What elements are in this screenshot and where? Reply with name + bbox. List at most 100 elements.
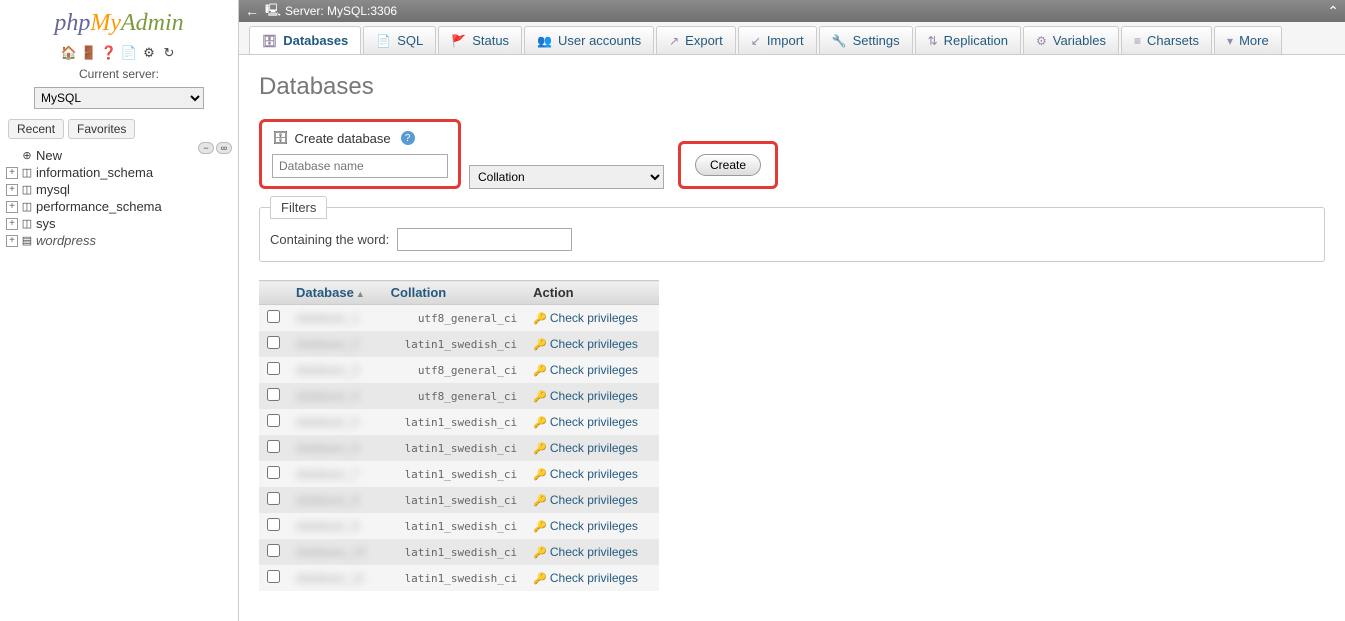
tab-label: Databases <box>283 33 348 48</box>
th-database[interactable]: Database▲ <box>288 281 383 305</box>
tab-label: Charsets <box>1147 33 1199 48</box>
tab-status[interactable]: 🚩Status <box>438 26 522 54</box>
sidebar-icon-row: 🏠 🚪 ❓ 📄 ⚙ ↻ <box>61 45 177 61</box>
tab-sql[interactable]: 📄 SQL <box>363 26 436 54</box>
row-collation: latin1_swedish_ci <box>383 435 526 461</box>
tab-variables[interactable]: ⚙Variables <box>1023 26 1119 54</box>
db-icon: ◫ <box>20 200 34 214</box>
privileges-icon: 🔑 <box>533 521 547 533</box>
database-name-input[interactable] <box>272 154 448 178</box>
check-privileges-link[interactable]: Check privileges <box>550 545 638 559</box>
tree-item-information-schema[interactable]: +◫information_schema <box>6 164 238 181</box>
row-checkbox[interactable] <box>267 388 280 401</box>
tab-label: SQL <box>397 33 423 48</box>
reload-icon[interactable]: ↻ <box>161 45 177 61</box>
check-privileges-link[interactable]: Check privileges <box>550 415 638 429</box>
check-privileges-link[interactable]: Check privileges <box>550 571 638 585</box>
databases-icon: 🗄 <box>262 34 277 48</box>
create-button[interactable]: Create <box>695 154 761 176</box>
expand-icon[interactable]: + <box>6 201 18 213</box>
sql-icon[interactable]: 📄 <box>121 45 137 61</box>
home-icon[interactable]: 🏠 <box>61 45 77 61</box>
server-select[interactable]: MySQL <box>34 87 204 109</box>
tab-charsets[interactable]: ≡Charsets <box>1121 26 1212 54</box>
privileges-icon: 🔑 <box>533 469 547 481</box>
sql-icon: 📄 <box>376 34 391 48</box>
tab-replication[interactable]: ⇅Replication <box>915 26 1021 54</box>
tab-more[interactable]: ▾More <box>1214 26 1282 54</box>
check-privileges-link[interactable]: Check privileges <box>550 493 638 507</box>
tree-item-label: sys <box>36 216 56 231</box>
row-checkbox[interactable] <box>267 492 280 505</box>
row-collation: latin1_swedish_ci <box>383 461 526 487</box>
row-checkbox[interactable] <box>267 310 280 323</box>
topbar-menu-icon[interactable]: ⌃ <box>1327 3 1339 20</box>
variables-icon: ⚙ <box>1036 34 1047 48</box>
privileges-icon: 🔑 <box>533 547 547 559</box>
db-add-icon: 🗄 <box>272 130 289 146</box>
check-privileges-link[interactable]: Check privileges <box>550 441 638 455</box>
tree-item-sys[interactable]: +◫sys <box>6 215 238 232</box>
user-accounts-icon: 👥 <box>537 34 552 48</box>
row-collation: latin1_swedish_ci <box>383 539 526 565</box>
check-privileges-link[interactable]: Check privileges <box>550 389 638 403</box>
row-checkbox[interactable] <box>267 544 280 557</box>
expand-icon[interactable]: + <box>6 184 18 196</box>
gear-icon[interactable]: ⚙ <box>141 45 157 61</box>
tab-import[interactable]: ↙Import <box>738 26 817 54</box>
tree-item-mysql[interactable]: +◫mysql <box>6 181 238 198</box>
row-checkbox[interactable] <box>267 336 280 349</box>
tree-item-performance-schema[interactable]: +◫performance_schema <box>6 198 238 215</box>
filters-label: Containing the word: <box>270 232 389 247</box>
tab-settings[interactable]: 🔧 Settings <box>819 26 913 54</box>
row-collation: latin1_swedish_ci <box>383 565 526 591</box>
row-collation: utf8_general_ci <box>383 357 526 383</box>
back-icon[interactable]: ← <box>245 3 259 19</box>
recent-button[interactable]: Recent <box>8 119 64 139</box>
expand-icon[interactable]: + <box>6 235 18 247</box>
db-name-blurred: database_11 <box>296 571 365 585</box>
content: Databases 🗄 Create database ? Collation … <box>239 55 1345 621</box>
th-collation[interactable]: Collation <box>383 281 526 305</box>
tab-export[interactable]: ↗Export <box>656 26 736 54</box>
row-collation: utf8_general_ci <box>383 305 526 332</box>
expand-icon[interactable]: + <box>6 218 18 230</box>
row-collation: latin1_swedish_ci <box>383 409 526 435</box>
check-privileges-link[interactable]: Check privileges <box>550 519 638 533</box>
row-collation: latin1_swedish_ci <box>383 513 526 539</box>
help-icon[interactable]: ? <box>401 131 415 145</box>
logout-icon[interactable]: 🚪 <box>81 45 97 61</box>
filters-row: Containing the word: <box>270 222 1314 251</box>
db-name-blurred: database_8 <box>296 493 359 507</box>
row-checkbox[interactable] <box>267 518 280 531</box>
table-row: database_6latin1_swedish_ci🔑Check privil… <box>259 435 659 461</box>
tab-databases[interactable]: 🗄 Databases <box>249 26 361 54</box>
tree-item-wordpress[interactable]: +▤wordpress <box>6 232 238 249</box>
tab-user-accounts[interactable]: 👥User accounts <box>524 26 654 54</box>
settings-icon: 🔧 <box>832 34 847 48</box>
collapse-icon[interactable]: − <box>198 142 214 154</box>
collation-select[interactable]: Collation <box>469 165 664 189</box>
check-privileges-link[interactable]: Check privileges <box>550 311 638 325</box>
link-icon[interactable]: ∞ <box>216 142 232 154</box>
tab-label: Settings <box>853 33 900 48</box>
privileges-icon: 🔑 <box>533 495 547 507</box>
row-collation: latin1_swedish_ci <box>383 487 526 513</box>
row-checkbox[interactable] <box>267 466 280 479</box>
row-checkbox[interactable] <box>267 414 280 427</box>
table-row: database_8 latin1_swedish_ci 🔑Check privil… <box>259 487 659 513</box>
logo[interactable]: phpMyAdmin <box>54 10 183 37</box>
logo-my: My <box>90 10 121 36</box>
check-privileges-link[interactable]: Check privileges <box>550 467 638 481</box>
row-checkbox[interactable] <box>267 440 280 453</box>
row-checkbox[interactable] <box>267 362 280 375</box>
row-checkbox[interactable] <box>267 570 280 583</box>
favorites-button[interactable]: Favorites <box>68 119 135 139</box>
filter-input[interactable] <box>397 228 572 251</box>
current-server-label: Current server: <box>79 67 159 81</box>
docs-icon[interactable]: ❓ <box>101 45 117 61</box>
check-privileges-link[interactable]: Check privileges <box>550 363 638 377</box>
expand-icon[interactable]: + <box>6 167 18 179</box>
check-privileges-link[interactable]: Check privileges <box>550 337 638 351</box>
logo-php: php <box>54 10 90 36</box>
